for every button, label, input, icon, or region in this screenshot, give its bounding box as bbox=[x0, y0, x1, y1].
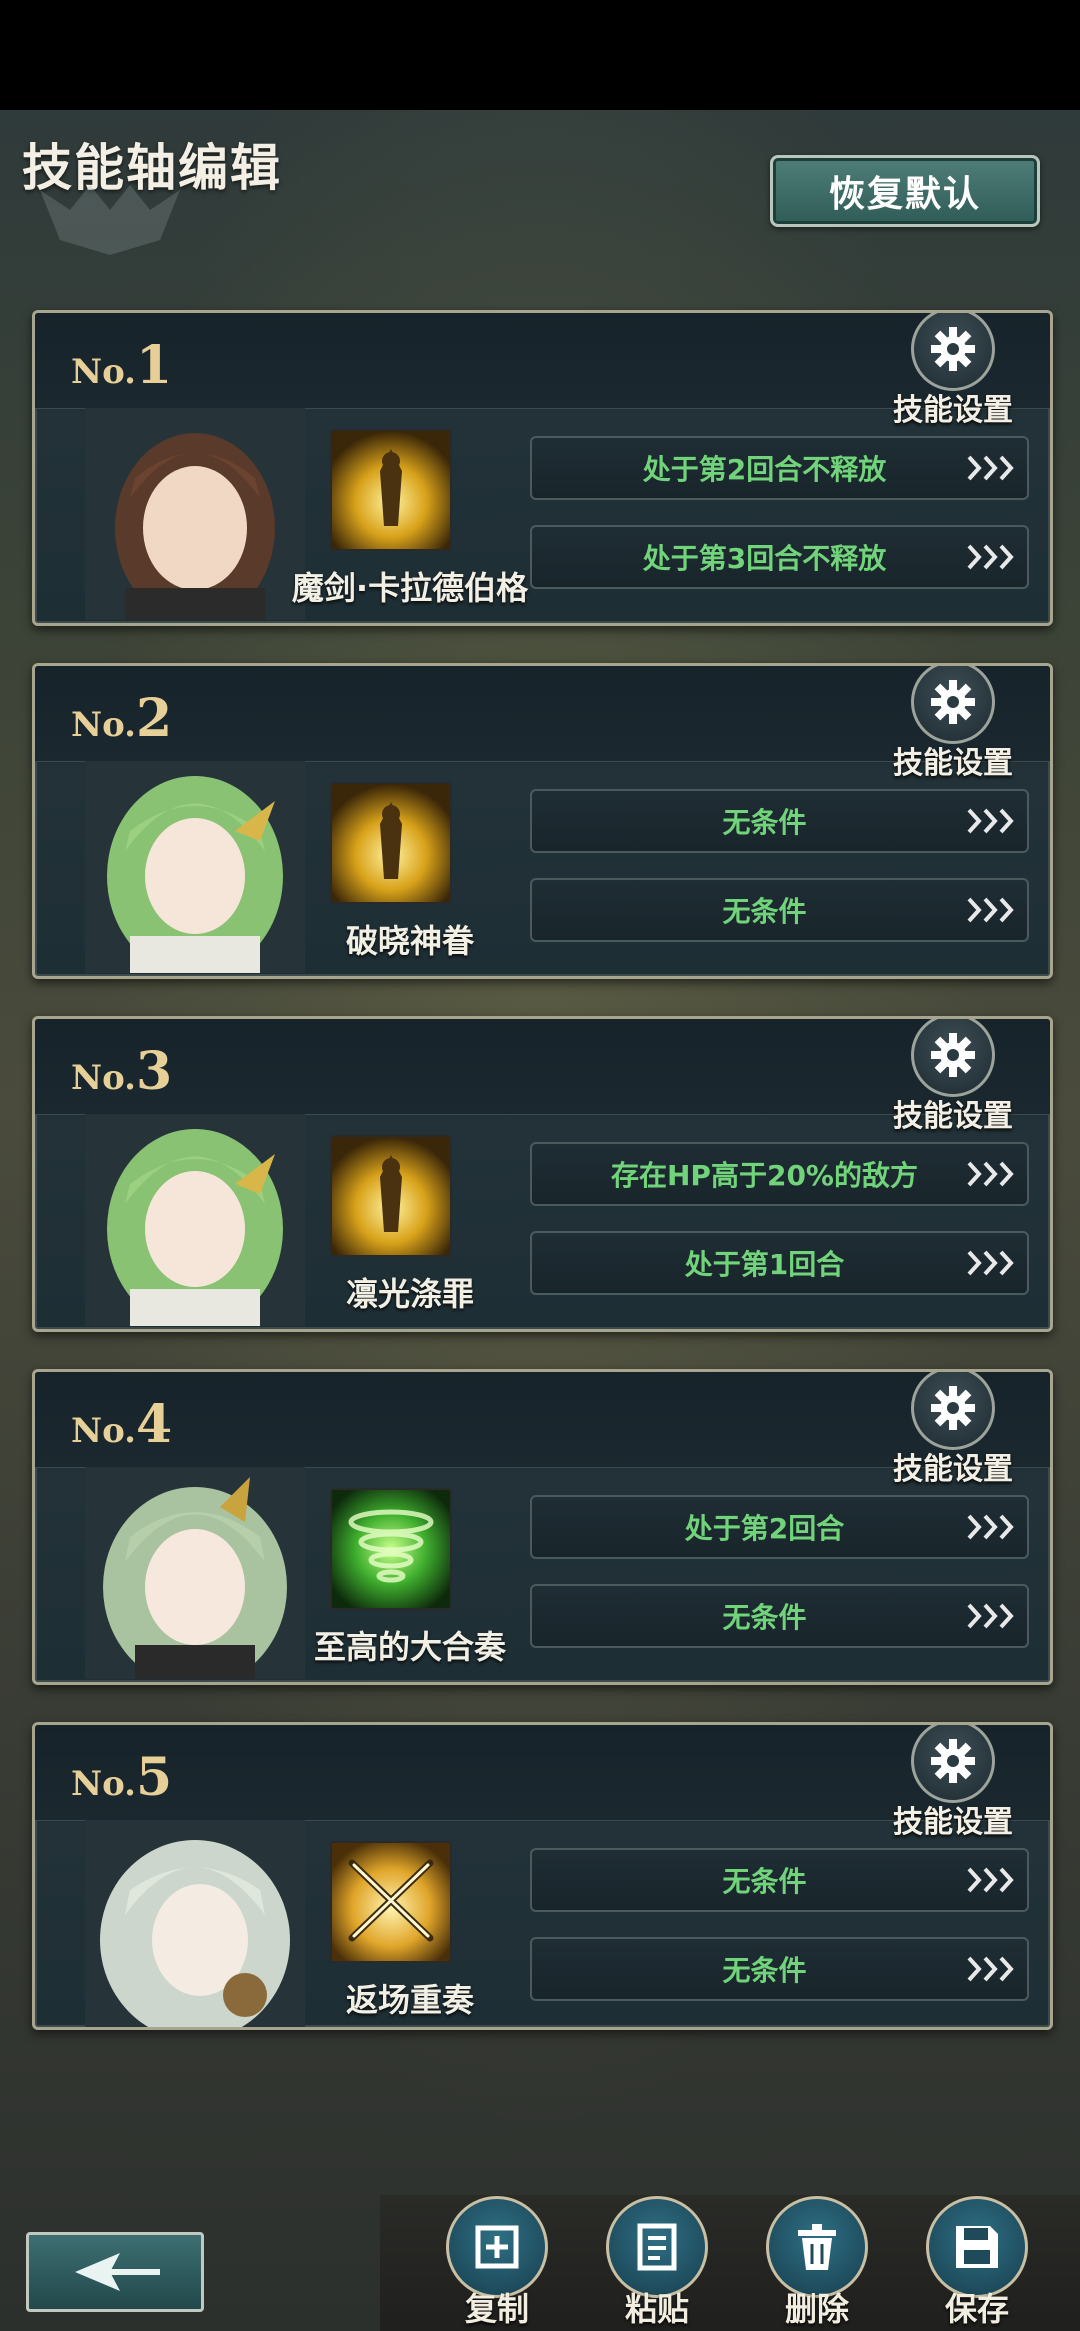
gold-warrior-icon[interactable] bbox=[330, 429, 452, 551]
back-arrow-icon bbox=[75, 2253, 160, 2291]
skill-name: 凛光涤罪 bbox=[345, 1275, 474, 1313]
gear-icon[interactable] bbox=[911, 313, 995, 391]
triple-chevron-icon bbox=[957, 895, 1027, 925]
back-button[interactable] bbox=[26, 2232, 204, 2312]
skill-settings-button[interactable]: 技能设置 bbox=[888, 313, 1018, 429]
skill-settings-button[interactable]: 技能设置 bbox=[888, 666, 1018, 782]
restore-default-button[interactable]: 恢复默认 bbox=[770, 155, 1040, 227]
gold-warrior-icon[interactable] bbox=[330, 782, 452, 904]
slot-number: No.4 bbox=[71, 1394, 173, 1455]
skill-name: 魔剑·卡拉德伯格 bbox=[291, 569, 529, 607]
skill-settings-label: 技能设置 bbox=[893, 746, 1013, 781]
crossed-swords-icon[interactable] bbox=[330, 1841, 452, 1963]
paste-icon bbox=[606, 2196, 708, 2298]
slot-number: No.3 bbox=[71, 1041, 173, 1102]
skill-settings-button[interactable]: 技能设置 bbox=[888, 1019, 1018, 1135]
gear-icon[interactable] bbox=[911, 1725, 995, 1803]
condition-row-1[interactable]: 处于第2回合不释放 bbox=[530, 436, 1029, 500]
gear-icon[interactable] bbox=[911, 666, 995, 744]
triple-chevron-icon bbox=[957, 1601, 1027, 1631]
skill-settings-button[interactable]: 技能设置 bbox=[888, 1372, 1018, 1488]
trash-icon bbox=[766, 2196, 868, 2298]
slot-number: No.5 bbox=[71, 1747, 173, 1808]
copy-button[interactable]: 复制 bbox=[442, 2196, 552, 2330]
save-icon bbox=[926, 2196, 1028, 2298]
condition-row-1[interactable]: 存在HP高于20%的敌方 bbox=[530, 1142, 1029, 1206]
condition-row-2[interactable]: 处于第1回合 bbox=[530, 1231, 1029, 1295]
skill-settings-label: 技能设置 bbox=[893, 393, 1013, 428]
condition-row-2[interactable]: 处于第3回合不释放 bbox=[530, 525, 1029, 589]
skill-slot-4: No.4 至高的大合奏 技能设置 处于第2回合 无条件 bbox=[32, 1369, 1053, 1685]
triple-chevron-icon bbox=[957, 806, 1027, 836]
gold-warrior-icon[interactable] bbox=[330, 1135, 452, 1257]
skill-name: 破晓神眷 bbox=[345, 922, 474, 960]
triple-chevron-icon bbox=[957, 1248, 1027, 1278]
status-bar bbox=[0, 0, 1080, 110]
condition-row-2[interactable]: 无条件 bbox=[530, 1584, 1029, 1648]
slot-number: No.2 bbox=[71, 688, 173, 749]
delete-button[interactable]: 删除 bbox=[762, 2196, 872, 2330]
skill-settings-button[interactable]: 技能设置 bbox=[888, 1725, 1018, 1841]
skill-slot-1: No.1 魔剑·卡拉德伯格 技能设置 处于第2回合不释放 处于第3回合不释放 bbox=[32, 310, 1053, 626]
skill-settings-label: 技能设置 bbox=[893, 1099, 1013, 1134]
condition-row-1[interactable]: 无条件 bbox=[530, 789, 1029, 853]
copy-icon bbox=[446, 2196, 548, 2298]
green-tornado-icon[interactable] bbox=[330, 1488, 452, 1610]
triple-chevron-icon bbox=[957, 453, 1027, 483]
skill-slot-5: No.5 返场重奏 技能设置 无条件 无条件 bbox=[32, 1722, 1053, 2030]
skill-name: 至高的大合奏 bbox=[313, 1628, 506, 1666]
triple-chevron-icon bbox=[957, 1159, 1027, 1189]
triple-chevron-icon bbox=[957, 542, 1027, 572]
skill-settings-label: 技能设置 bbox=[893, 1805, 1013, 1840]
triple-chevron-icon bbox=[957, 1954, 1027, 1984]
triple-chevron-icon bbox=[957, 1512, 1027, 1542]
condition-row-1[interactable]: 无条件 bbox=[530, 1848, 1029, 1912]
triple-chevron-icon bbox=[957, 1865, 1027, 1895]
skill-settings-label: 技能设置 bbox=[893, 1452, 1013, 1487]
slot-number: No.1 bbox=[71, 335, 173, 396]
condition-row-2[interactable]: 无条件 bbox=[530, 878, 1029, 942]
gear-icon[interactable] bbox=[911, 1019, 995, 1097]
condition-row-1[interactable]: 处于第2回合 bbox=[530, 1495, 1029, 1559]
skill-name: 返场重奏 bbox=[345, 1981, 474, 2019]
save-button[interactable]: 保存 bbox=[922, 2196, 1032, 2330]
condition-row-2[interactable]: 无条件 bbox=[530, 1937, 1029, 2001]
gear-icon[interactable] bbox=[911, 1372, 995, 1450]
skill-slot-2: No.2 破晓神眷 技能设置 无条件 无条件 bbox=[32, 663, 1053, 979]
crest-emblem-icon bbox=[40, 185, 180, 255]
paste-button[interactable]: 粘贴 bbox=[602, 2196, 712, 2330]
skill-slot-3: No.3 凛光涤罪 技能设置 存在HP高于20%的敌方 处于第1回合 bbox=[32, 1016, 1053, 1332]
